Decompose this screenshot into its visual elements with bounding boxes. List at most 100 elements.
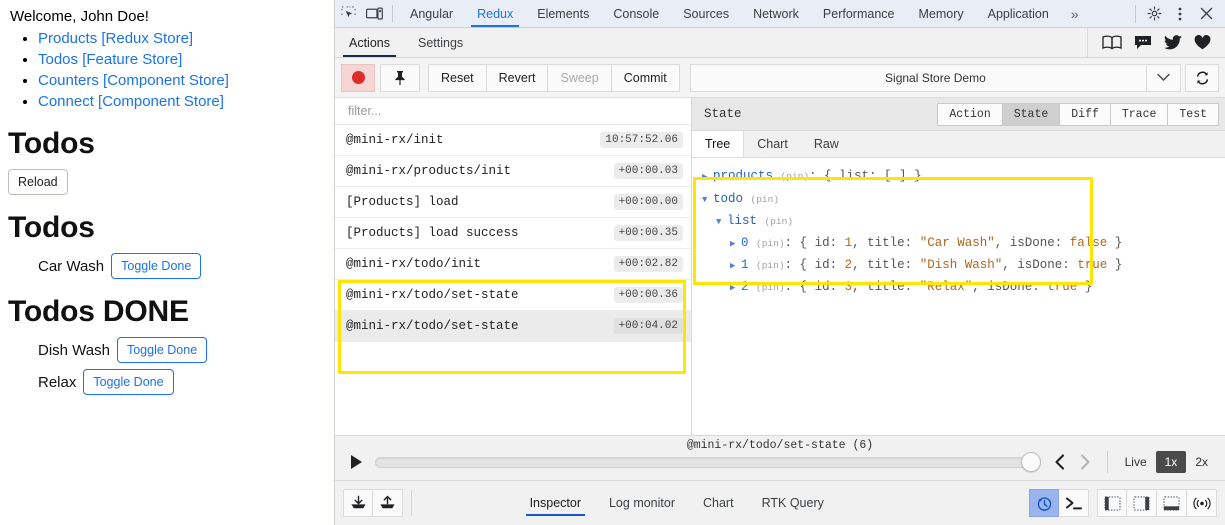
page-title-todos: Todos: [8, 127, 95, 160]
gear-icon[interactable]: [1141, 6, 1167, 21]
pin-button[interactable]: [380, 63, 420, 92]
subtab-actions[interactable]: Actions: [335, 28, 404, 57]
record-button[interactable]: [341, 63, 375, 92]
more-tabs-icon[interactable]: »: [1061, 0, 1089, 27]
welcome-message: Welcome, John Doe!: [10, 8, 149, 25]
view-tab-chart[interactable]: Chart: [744, 131, 801, 157]
dock-bottom-icon[interactable]: [1157, 489, 1187, 517]
heart-icon[interactable]: [1194, 35, 1211, 50]
sweep-button[interactable]: Sweep: [548, 63, 612, 92]
speed-1x-button[interactable]: 1x: [1155, 451, 1187, 473]
instance-selector[interactable]: Signal Store Demo: [689, 63, 1181, 92]
remote-icon[interactable]: [1187, 489, 1217, 517]
action-time: 10:57:52.06: [600, 132, 683, 148]
link-todos[interactable]: Todos [Feature Store]: [38, 51, 182, 68]
tab-network[interactable]: Network: [741, 0, 811, 27]
reset-button[interactable]: Reset: [428, 63, 487, 92]
chevron-right-icon[interactable]: ▶: [730, 256, 741, 277]
revert-button[interactable]: Revert: [486, 63, 549, 92]
table-row[interactable]: @mini-rx/products/init +00:00.03: [335, 156, 691, 187]
chat-icon[interactable]: [1134, 35, 1152, 50]
action-name: @mini-rx/todo/set-state: [346, 319, 519, 333]
dock-left-icon[interactable]: [1097, 489, 1127, 517]
filter-input[interactable]: [346, 103, 680, 119]
toggle-done-button[interactable]: Toggle Done: [111, 253, 202, 279]
book-icon[interactable]: [1102, 35, 1122, 50]
navigation-links: Products [Redux Store] Todos [Feature St…: [8, 30, 326, 111]
twitter-icon[interactable]: [1164, 35, 1182, 50]
time-travel-icon[interactable]: [1029, 489, 1059, 517]
play-icon[interactable]: [343, 454, 369, 470]
tab-console[interactable]: Console: [601, 0, 671, 27]
table-row[interactable]: [Products] load +00:00.00: [335, 187, 691, 218]
segment-state[interactable]: State: [1002, 102, 1061, 126]
view-tab-raw[interactable]: Raw: [801, 131, 852, 157]
field-key-isdone: isDone:: [1009, 236, 1063, 250]
monitor-tab-log-monitor[interactable]: Log monitor: [595, 488, 689, 518]
segment-diff[interactable]: Diff: [1060, 102, 1111, 126]
live-button[interactable]: Live: [1116, 451, 1156, 473]
chevron-right-icon[interactable]: ▶: [730, 234, 741, 255]
tab-redux[interactable]: Redux: [465, 0, 525, 27]
time-travel-slider[interactable]: [375, 452, 1041, 472]
tree-node-todo[interactable]: ▼ todo (pin): [702, 189, 1215, 211]
state-header: State Action State Diff Trace Test: [692, 98, 1225, 131]
field-key-title: title:: [867, 236, 913, 250]
monitor-tab-chart[interactable]: Chart: [689, 488, 748, 518]
tree-node-list[interactable]: ▼ list (pin): [702, 211, 1215, 233]
segment-test[interactable]: Test: [1168, 102, 1219, 126]
tab-performance[interactable]: Performance: [811, 0, 907, 27]
table-row[interactable]: [Products] load success +00:00.35: [335, 218, 691, 249]
segment-action[interactable]: Action: [937, 102, 1003, 126]
import-icon[interactable]: [343, 489, 373, 517]
tree-node-item[interactable]: ▶ 1 (pin): { id: 2, title: "Dish Wash", i…: [702, 255, 1215, 277]
table-row[interactable]: @mini-rx/todo/set-state +00:00.36: [335, 280, 691, 311]
inspect-element-icon[interactable]: [335, 0, 361, 27]
tab-angular[interactable]: Angular: [398, 0, 465, 27]
toggle-done-button[interactable]: Toggle Done: [83, 369, 174, 395]
more-options-icon[interactable]: [1167, 6, 1193, 22]
playback-speed-group: Live 1x 2x: [1116, 451, 1217, 473]
link-products[interactable]: Products [Redux Store]: [38, 30, 193, 47]
action-time: +00:00.36: [613, 287, 683, 303]
commit-button[interactable]: Commit: [611, 63, 680, 92]
chevron-down-icon[interactable]: ▼: [702, 190, 713, 211]
tab-elements[interactable]: Elements: [525, 0, 601, 27]
subtab-settings[interactable]: Settings: [404, 28, 477, 57]
table-row[interactable]: @mini-rx/todo/init +00:02.82: [335, 249, 691, 280]
chevron-right-icon[interactable]: ▶: [702, 167, 713, 188]
view-tab-tree[interactable]: Tree: [692, 131, 745, 157]
monitor-tab-inspector[interactable]: Inspector: [516, 488, 595, 518]
tab-sources[interactable]: Sources: [671, 0, 741, 27]
section-title-todos-done: Todos DONE: [8, 295, 189, 328]
speed-2x-button[interactable]: 2x: [1186, 451, 1217, 473]
reload-button[interactable]: Reload: [8, 169, 68, 195]
link-counters[interactable]: Counters [Component Store]: [38, 72, 229, 89]
device-toolbar-icon[interactable]: [361, 0, 387, 27]
dock-right-icon[interactable]: [1127, 489, 1157, 517]
tree-node-item[interactable]: ▶ 2 (pin): { id: 3, title: "Relax", isDon…: [702, 277, 1215, 299]
monitor-tab-rtk-query[interactable]: RTK Query: [748, 488, 838, 518]
chevron-right-icon[interactable]: ▶: [730, 278, 741, 299]
next-action-icon[interactable]: [1073, 454, 1099, 470]
tree-node-item[interactable]: ▶ 0 (pin): { id: 1, title: "Car Wash", is…: [702, 233, 1215, 255]
tab-application[interactable]: Application: [976, 0, 1061, 27]
tab-memory[interactable]: Memory: [906, 0, 975, 27]
action-time: +00:00.03: [613, 163, 683, 179]
tree-node-products[interactable]: ▶ products (pin): { list: […] }: [702, 166, 1215, 188]
terminal-icon[interactable]: [1059, 489, 1089, 517]
export-icon[interactable]: [373, 489, 403, 517]
close-icon[interactable]: [1193, 7, 1219, 20]
refresh-icon[interactable]: [1185, 63, 1219, 92]
chevron-down-icon[interactable]: ▼: [716, 212, 727, 233]
table-row[interactable]: @mini-rx/todo/set-state +00:04.02: [335, 311, 691, 342]
toggle-done-button[interactable]: Toggle Done: [116, 337, 208, 363]
previous-action-icon[interactable]: [1047, 454, 1073, 470]
table-row[interactable]: @mini-rx/init 10:57:52.06: [335, 125, 691, 156]
chevron-down-icon[interactable]: [1146, 64, 1180, 91]
tree-key: todo: [713, 192, 744, 206]
link-connect[interactable]: Connect [Component Store]: [38, 93, 224, 110]
slider-handle[interactable]: [1020, 452, 1041, 472]
segment-trace[interactable]: Trace: [1110, 102, 1169, 126]
pin-label: (pin): [780, 171, 810, 182]
